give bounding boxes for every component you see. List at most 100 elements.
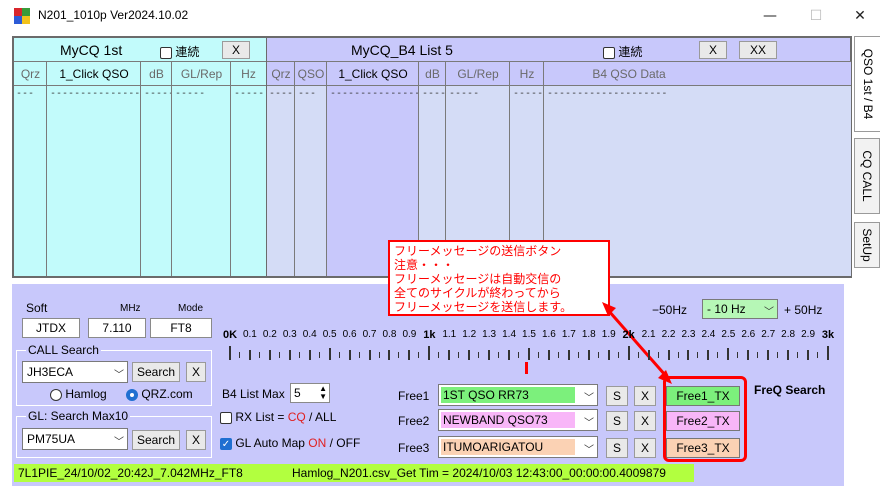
mycq-row-gl[interactable]: ----- bbox=[175, 88, 230, 99]
gl-search-button[interactable]: Search bbox=[132, 430, 180, 450]
scale-label: 1.9 bbox=[601, 329, 616, 340]
tab-qso-1st-b4[interactable]: QSO 1st / B4 bbox=[854, 36, 880, 132]
mycq-row-db[interactable]: ----- bbox=[144, 88, 171, 99]
tab-setup[interactable]: SetUp bbox=[854, 222, 880, 268]
call-search-clear-button[interactable]: X bbox=[186, 362, 206, 382]
scale-minor-tick bbox=[617, 352, 619, 358]
scale-label: 0.9 bbox=[402, 329, 417, 340]
scale-tick bbox=[229, 346, 231, 360]
scale-tick bbox=[308, 350, 311, 360]
mycq-title: MyCQ 1st bbox=[60, 42, 123, 58]
scale-minor-tick bbox=[498, 352, 500, 358]
free-clear-button[interactable]: X bbox=[634, 411, 656, 431]
col-qso[interactable]: QSO bbox=[295, 62, 327, 86]
qrz-radio[interactable]: QRZ.com bbox=[126, 387, 193, 401]
scale-label: 0.4 bbox=[302, 329, 317, 340]
b4-clear-button[interactable]: X bbox=[699, 41, 727, 59]
mycq-row-hz[interactable]: ----- bbox=[234, 88, 264, 99]
chevron-down-icon: ﹀ bbox=[584, 418, 594, 429]
mode-label: Mode bbox=[178, 303, 204, 314]
close-button[interactable]: ✕ bbox=[850, 6, 870, 26]
gl-auto-map-toggle[interactable]: ✓ GL Auto Map ON / OFF bbox=[220, 436, 360, 450]
soft-field[interactable]: JTDX bbox=[22, 318, 80, 338]
col-gl-rep[interactable]: GL/Rep bbox=[446, 62, 510, 86]
freq-plus-50hz-button[interactable]: + 50Hz bbox=[784, 303, 822, 317]
gl-search-combo[interactable]: PM75UA ﹀ bbox=[22, 428, 128, 450]
col-db[interactable]: dB bbox=[141, 62, 172, 86]
scale-minor-tick bbox=[358, 352, 360, 358]
tab-cq-call[interactable]: CQ CALL bbox=[854, 138, 880, 214]
free-save-button[interactable]: S bbox=[606, 438, 628, 458]
col-hz[interactable]: Hz bbox=[231, 62, 266, 86]
b4-clear-all-button[interactable]: XX bbox=[739, 41, 777, 59]
col-hz[interactable]: Hz bbox=[510, 62, 544, 86]
scale-label: 1.2 bbox=[462, 329, 477, 340]
freq-offset-combo[interactable]: - 10 Hz ﹀ bbox=[702, 299, 778, 319]
col-b4-qso-data[interactable]: B4 QSO Data bbox=[544, 62, 714, 86]
free-clear-button[interactable]: X bbox=[634, 438, 656, 458]
scale-label: 2.8 bbox=[781, 329, 796, 340]
b4-row-qso[interactable]: --- bbox=[298, 88, 325, 99]
b4-row-gl[interactable]: ----- bbox=[449, 88, 509, 99]
scale-label: 0.6 bbox=[342, 329, 357, 340]
mycq-renzoku-checkbox[interactable]: 連続 bbox=[160, 43, 199, 60]
scale-tick bbox=[687, 350, 690, 360]
scale-label: 2.9 bbox=[801, 329, 816, 340]
mhz-field[interactable]: 7.110 bbox=[88, 318, 146, 338]
call-search-combo[interactable]: JH3ECA ﹀ bbox=[22, 361, 128, 383]
rx-list-toggle[interactable]: RX List = CQ / ALL bbox=[220, 410, 336, 424]
b4-row-data[interactable]: -------------------- bbox=[547, 88, 667, 99]
mode-field[interactable]: FT8 bbox=[150, 318, 212, 338]
scale-label: 2.4 bbox=[701, 329, 716, 340]
scale-minor-tick bbox=[478, 352, 480, 358]
col-qrz[interactable]: Qrz bbox=[14, 62, 47, 86]
free-message-combo[interactable]: NEWBAND QSO73 ﹀ bbox=[438, 409, 598, 431]
call-search-button[interactable]: Search bbox=[132, 362, 180, 382]
scale-tick bbox=[488, 350, 491, 360]
col-1click-qso[interactable]: 1_Click QSO bbox=[327, 62, 419, 86]
scale-tick bbox=[448, 350, 451, 360]
scale-label: 1.8 bbox=[581, 329, 596, 340]
scale-tick bbox=[508, 350, 511, 360]
checkmark-icon: ✓ bbox=[220, 437, 232, 450]
scale-minor-tick bbox=[418, 352, 420, 358]
scale-minor-tick bbox=[717, 352, 719, 358]
frequency-marker bbox=[525, 362, 528, 374]
maximize-button[interactable]: ☐ bbox=[806, 6, 826, 26]
b4-renzoku-checkbox[interactable]: 連続 bbox=[603, 43, 642, 60]
chevron-down-icon: ﹀ bbox=[584, 393, 594, 404]
col-db[interactable]: dB bbox=[419, 62, 446, 86]
scale-tick bbox=[607, 350, 610, 360]
hamlog-radio[interactable]: Hamlog bbox=[50, 387, 107, 401]
free-message-combo[interactable]: ITUMOARIGATOU ﹀ bbox=[438, 436, 598, 458]
scale-minor-tick bbox=[697, 352, 699, 358]
col-qrz[interactable]: Qrz bbox=[267, 62, 295, 86]
minimize-button[interactable]: — bbox=[760, 6, 780, 26]
scale-minor-tick bbox=[577, 352, 579, 358]
scale-minor-tick bbox=[378, 352, 380, 358]
col-1click-qso[interactable]: 1_Click QSO bbox=[47, 62, 141, 86]
scale-label: 2.7 bbox=[761, 329, 776, 340]
mycq-clear-button[interactable]: X bbox=[222, 41, 250, 59]
scale-label: 0.5 bbox=[322, 329, 337, 340]
b4-list-max-spinner[interactable]: 5 ▲ ▼ bbox=[290, 383, 330, 403]
b4-row-qrz[interactable]: ----- bbox=[269, 88, 294, 99]
scale-minor-tick bbox=[398, 352, 400, 358]
b4-row-db[interactable]: ----- bbox=[422, 88, 445, 99]
scale-tick bbox=[647, 350, 650, 360]
free-message-combo[interactable]: 1ST QSO RR73 ﹀ bbox=[438, 384, 598, 406]
gl-search-clear-button[interactable]: X bbox=[186, 430, 206, 450]
free-message-note: フリーメッセージの送信ボタン 注意・・・ フリーメッセージは自動交信の 全てのサ… bbox=[388, 240, 610, 316]
scale-minor-tick bbox=[637, 352, 639, 358]
b4-title: MyCQ_B4 List 5 bbox=[351, 42, 453, 58]
mycq-row-qrz[interactable]: --- bbox=[16, 88, 46, 99]
free-save-button[interactable]: S bbox=[606, 411, 628, 431]
scale-label: 2.5 bbox=[721, 329, 736, 340]
b4-row-1click[interactable]: -------------------- bbox=[330, 88, 418, 99]
spinner-arrows-icon[interactable]: ▲ ▼ bbox=[319, 385, 327, 401]
b4-list-max-label: B4 List Max bbox=[222, 387, 285, 401]
b4-row-hz[interactable]: ----- bbox=[513, 88, 543, 99]
col-gl-rep[interactable]: GL/Rep bbox=[172, 62, 231, 86]
scale-tick bbox=[827, 346, 829, 360]
mycq-row-qso[interactable]: -------------------- bbox=[50, 88, 140, 99]
